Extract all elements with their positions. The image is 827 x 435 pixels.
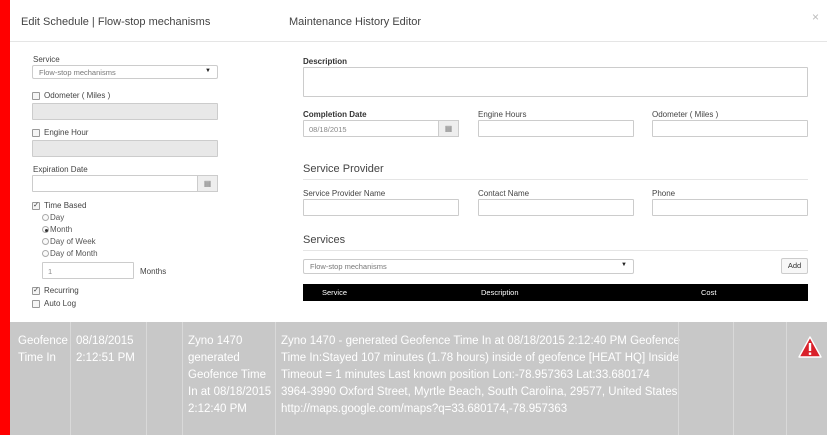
provider-name-input[interactable]: [303, 199, 459, 216]
odometer-input[interactable]: [32, 103, 218, 120]
calendar-icon[interactable]: ▦: [197, 175, 218, 192]
engine-hour-input[interactable]: [32, 140, 218, 157]
recurring-checkbox[interactable]: ✓: [32, 287, 40, 295]
service-select-value: Flow-stop mechanisms: [39, 68, 116, 77]
divider: [678, 322, 679, 435]
radio-day-of-month[interactable]: [42, 250, 49, 257]
radio-day-of-month-label: Day of Month: [50, 249, 98, 258]
odometer-checkbox[interactable]: [32, 92, 40, 100]
radio-day-label: Day: [50, 213, 65, 222]
service-select[interactable]: Flow-stop mechanisms ▼: [32, 65, 218, 79]
radio-day[interactable]: [42, 214, 49, 221]
months-label: Months: [140, 267, 167, 276]
expiration-date-label: Expiration Date: [33, 165, 88, 174]
divider: [786, 322, 787, 435]
add-service-button[interactable]: Add: [781, 258, 808, 274]
divider: [303, 250, 808, 251]
radio-month[interactable]: [42, 226, 49, 233]
calendar-icon[interactable]: ▦: [438, 120, 459, 137]
expiration-date-input[interactable]: ▦: [32, 175, 218, 192]
contact-name-input[interactable]: [478, 199, 634, 216]
phone-label: Phone: [652, 189, 676, 198]
event-summary-cell: Zyno 1470 generated Geofence Time In at …: [188, 335, 272, 415]
odometer-label: Odometer ( Miles ): [44, 91, 111, 100]
provider-name-label: Service Provider Name: [303, 189, 386, 198]
description-textarea[interactable]: [303, 67, 808, 97]
radio-day-of-week-label: Day of Week: [50, 237, 96, 246]
months-input[interactable]: 1: [42, 262, 134, 279]
service-label: Service: [33, 55, 60, 64]
event-type-cell: Geofence Time In: [18, 335, 68, 364]
divider: [146, 322, 147, 435]
time-based-checkbox[interactable]: ✓: [32, 202, 40, 210]
services-select-value: Flow-stop mechanisms: [310, 262, 387, 271]
odometer-history-label: Odometer ( Miles ): [652, 110, 719, 119]
divider: [70, 322, 71, 435]
services-select[interactable]: Flow-stop mechanisms ▼: [303, 259, 634, 274]
engine-hour-label: Engine Hour: [44, 128, 89, 137]
event-date-cell: 08/18/2015 2:12:51 PM: [76, 335, 135, 364]
odometer-history-input[interactable]: [652, 120, 808, 137]
warning-icon[interactable]: [798, 336, 822, 358]
contact-name-label: Contact Name: [478, 189, 530, 198]
completion-date-input[interactable]: 08/18/2015: [303, 120, 459, 137]
services-heading: Services: [303, 234, 346, 246]
auto-log-label: Auto Log: [44, 299, 77, 308]
chevron-down-icon: ▼: [621, 262, 627, 268]
radio-month-label: Month: [50, 225, 73, 234]
edit-schedule-title: Edit Schedule | Flow-stop mechanisms: [21, 16, 211, 28]
engine-hour-checkbox[interactable]: [32, 129, 40, 137]
engine-hours-label: Engine Hours: [478, 110, 527, 119]
modal-header: Edit Schedule | Flow-stop mechanisms Mai…: [10, 0, 827, 42]
phone-input[interactable]: [652, 199, 808, 216]
column-header-cost[interactable]: Cost: [701, 288, 716, 297]
services-table-header: Service Description Cost: [303, 284, 808, 301]
recurring-label: Recurring: [44, 286, 79, 295]
divider: [182, 322, 183, 435]
divider: [275, 322, 276, 435]
event-details-cell: Zyno 1470 - generated Geofence Time In a…: [281, 335, 680, 415]
edit-schedule-modal: Edit Schedule | Flow-stop mechanisms Mai…: [10, 0, 827, 322]
table-row[interactable]: Geofence Time In 08/18/2015 2:12:51 PM Z…: [10, 322, 827, 435]
service-provider-heading: Service Provider: [303, 163, 384, 175]
column-header-service[interactable]: Service: [322, 288, 347, 297]
radio-day-of-week[interactable]: [42, 238, 49, 245]
close-icon[interactable]: ×: [812, 10, 819, 24]
divider: [733, 322, 734, 435]
engine-hours-input[interactable]: [478, 120, 634, 137]
time-based-label: Time Based: [44, 201, 87, 210]
maintenance-history-title: Maintenance History Editor: [289, 16, 422, 28]
divider: [303, 179, 808, 180]
completion-date-label: Completion Date: [303, 110, 367, 119]
description-label: Description: [303, 57, 348, 66]
chevron-down-icon: ▼: [205, 68, 211, 74]
column-header-description[interactable]: Description: [481, 288, 519, 297]
auto-log-checkbox[interactable]: [32, 300, 40, 308]
